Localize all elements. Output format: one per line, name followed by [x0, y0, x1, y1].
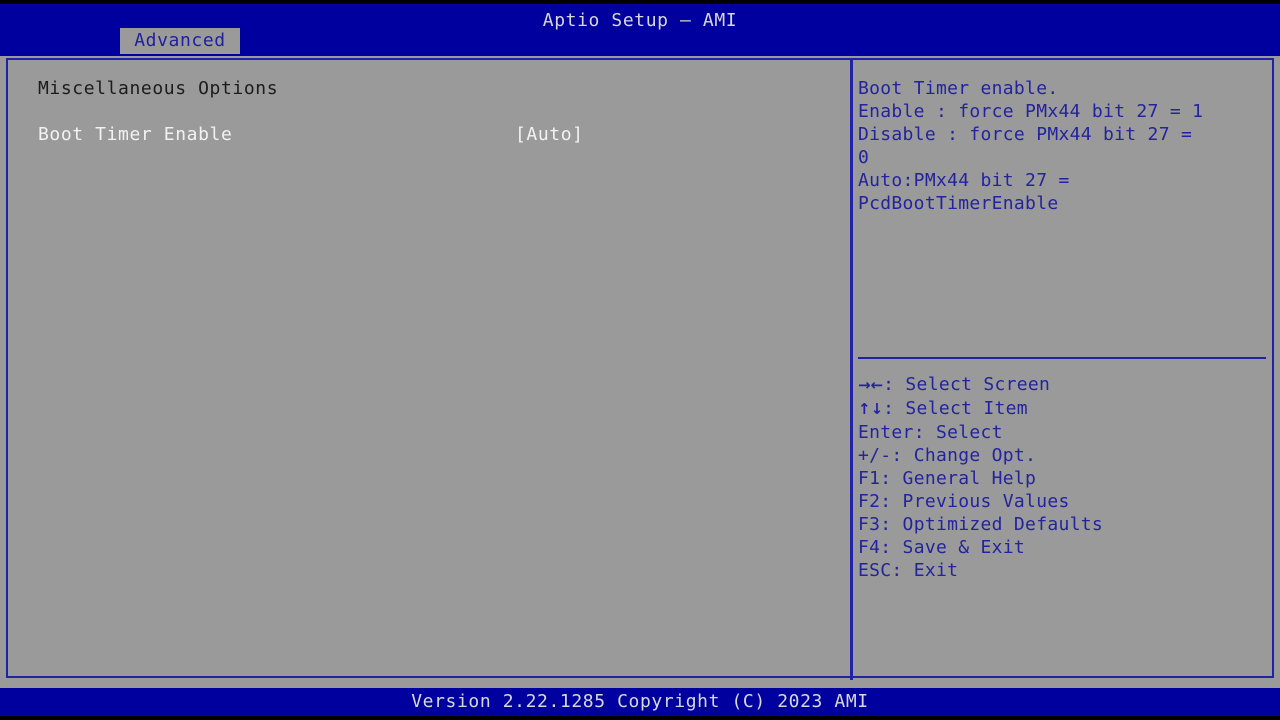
option-label: Boot Timer Enable	[38, 123, 232, 146]
navigation-action: : Select Screen	[883, 374, 1050, 395]
help-description: Boot Timer enable.Enable : force PMx44 b…	[858, 77, 1270, 215]
navigation-action: : General Help	[880, 468, 1036, 489]
navigation-action: : Select Item	[883, 398, 1028, 419]
arrow-keys-icon: →←	[858, 376, 883, 394]
navigation-hint: F2: Previous Values	[858, 490, 1268, 513]
navigation-key: F2	[858, 491, 880, 512]
help-line: Disable : force PMx44 bit 27 =	[858, 123, 1270, 146]
navigation-action: : Save & Exit	[880, 537, 1025, 558]
navigation-hint: +/-: Change Opt.	[858, 444, 1268, 467]
help-line: Auto:PMx44 bit 27 =	[858, 169, 1270, 192]
navigation-action: : Optimized Defaults	[880, 514, 1103, 535]
version-bar: Version 2.22.1285 Copyright (C) 2023 AMI	[0, 688, 1280, 716]
help-line: 0	[858, 146, 1270, 169]
arrow-keys-icon: ↑↓	[858, 400, 883, 418]
navigation-hint: →←: Select Screen	[858, 373, 1268, 397]
version-text: Version 2.22.1285 Copyright (C) 2023 AMI	[0, 691, 1280, 713]
navigation-hint: ESC: Exit	[858, 559, 1268, 582]
section-header-miscellaneous-options: Miscellaneous Options	[38, 77, 278, 100]
help-line: Boot Timer enable.	[858, 77, 1270, 100]
navigation-key: F4	[858, 537, 880, 558]
bios-setup-screen: Aptio Setup – AMI Advanced Miscellaneous…	[0, 0, 1280, 720]
navigation-key: F1	[858, 468, 880, 489]
navigation-hint: ↑↓: Select Item	[858, 397, 1268, 421]
navigation-hint: F4: Save & Exit	[858, 536, 1268, 559]
navigation-action: : Exit	[891, 560, 958, 581]
options-panel: Miscellaneous Options Boot Timer Enable …	[8, 60, 848, 676]
tab-advanced[interactable]: Advanced	[120, 28, 240, 54]
navigation-action: : Previous Values	[880, 491, 1069, 512]
navigation-key: ESC	[858, 560, 891, 581]
navigation-key-legend: →←: Select Screen↑↓: Select ItemEnter: S…	[858, 373, 1268, 582]
help-line: Enable : force PMx44 bit 27 = 1	[858, 100, 1270, 123]
navigation-hint: F1: General Help	[858, 467, 1268, 490]
bottom-black-strip	[0, 716, 1280, 720]
navigation-hint: F3: Optimized Defaults	[858, 513, 1268, 536]
navigation-action: : Change Opt.	[891, 445, 1036, 466]
help-separator	[858, 357, 1266, 359]
help-line: PcdBootTimerEnable	[858, 192, 1270, 215]
navigation-key: Enter	[858, 422, 914, 443]
help-panel: Boot Timer enable.Enable : force PMx44 b…	[853, 60, 1272, 676]
navigation-hint: Enter: Select	[858, 421, 1268, 444]
option-row-boot-timer-enable[interactable]: Boot Timer Enable [Auto]	[38, 123, 838, 146]
navigation-action: : Select	[914, 422, 1003, 443]
navigation-key: F3	[858, 514, 880, 535]
navigation-key: +/-	[858, 445, 891, 466]
option-value[interactable]: [Auto]	[515, 123, 584, 146]
